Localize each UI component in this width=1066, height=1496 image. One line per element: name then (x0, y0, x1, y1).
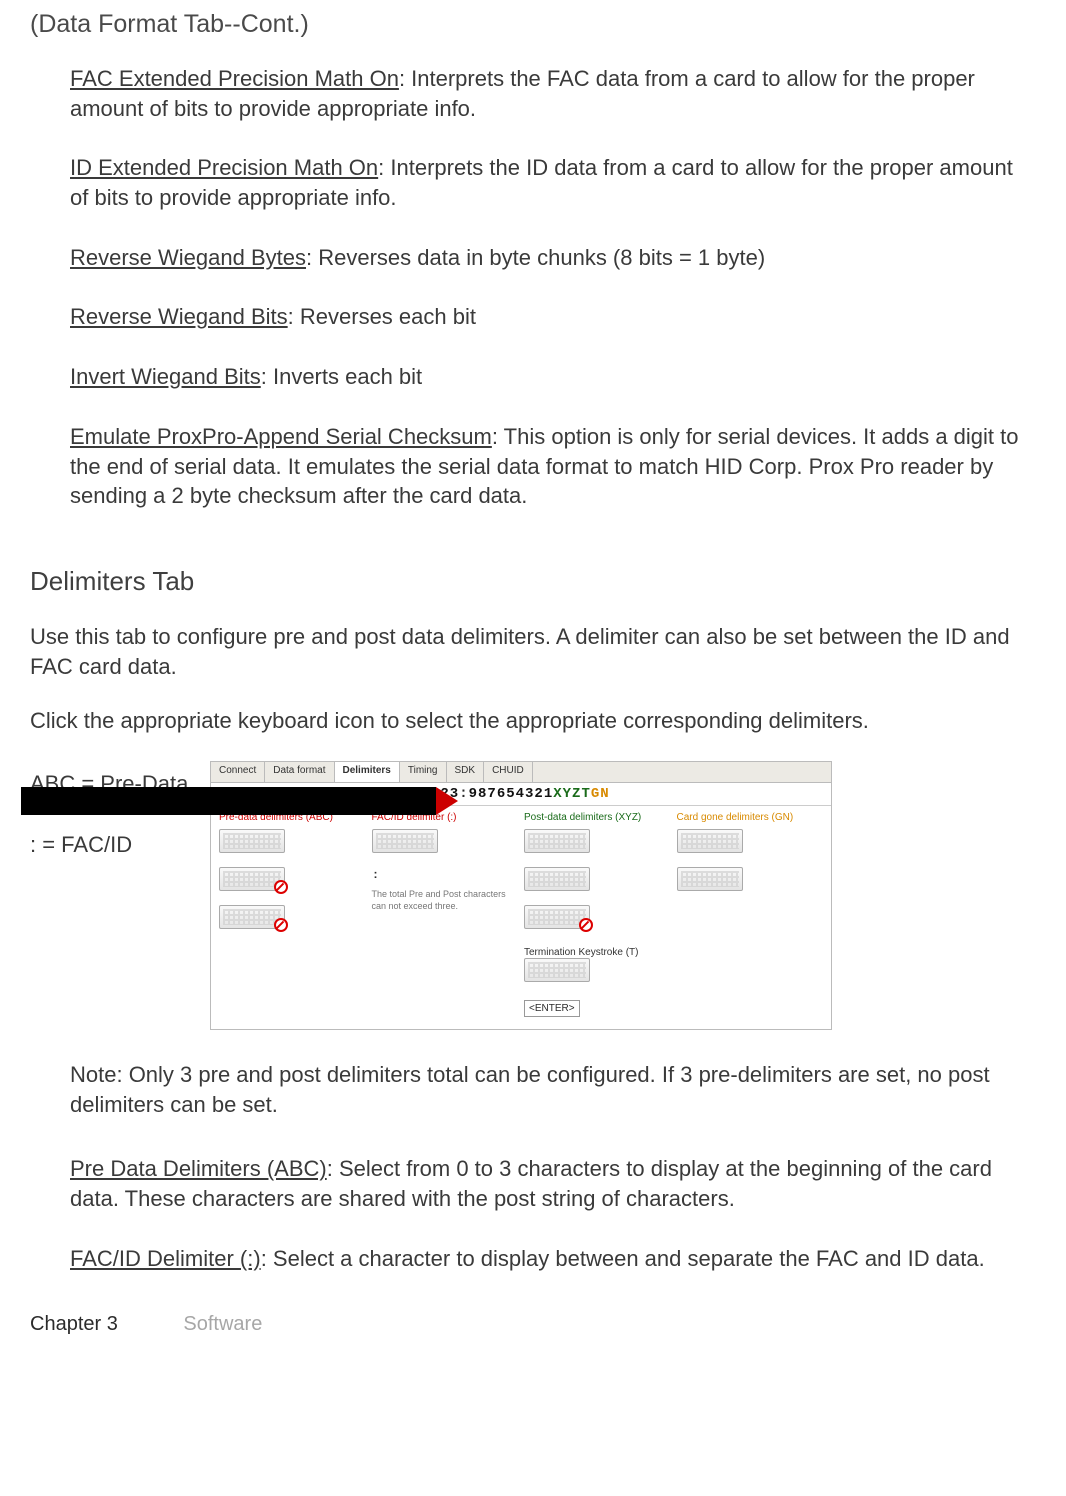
col-post: Post-data delimiters (XYZ) Termination K… (524, 812, 671, 1017)
keyboard-icon[interactable] (524, 867, 590, 891)
entry-pre-data: Pre Data Delimiters (ABC): Select from 0… (70, 1154, 1036, 1213)
keyboard-icon[interactable] (524, 829, 590, 853)
entry-rev-bytes: Reverse Wiegand Bytes: Reverses data in … (70, 243, 1036, 273)
entry-fac-ext: FAC Extended Precision Math On: Interpre… (70, 64, 1036, 123)
tab-chuid[interactable]: CHUID (484, 762, 533, 782)
keyboard-icon[interactable] (677, 867, 743, 891)
tab-sdk[interactable]: SDK (447, 762, 485, 782)
col-gone-title: Card gone delimiters (GN) (677, 812, 824, 823)
entry-rev-bits: Reverse Wiegand Bits: Reverses each bit (70, 302, 1036, 332)
term-facid-delim: FAC/ID Delimiter (:) (70, 1246, 261, 1271)
keyboard-icon[interactable] (677, 829, 743, 853)
entry-emulate: Emulate ProxPro-Append Serial Checksum: … (70, 422, 1036, 511)
pre-post-limit-note: The total Pre and Post characters can no… (372, 889, 519, 912)
entry-inv-bits: Invert Wiegand Bits: Inverts each bit (70, 362, 1036, 392)
term-fac-ext: FAC Extended Precision Math On (70, 66, 399, 91)
tab-timing[interactable]: Timing (400, 762, 447, 782)
term-pre-data: Pre Data Delimiters (ABC) (70, 1156, 327, 1181)
entry-id-ext: ID Extended Precision Math On: Interpret… (70, 153, 1036, 212)
term-inv-bits: Invert Wiegand Bits (70, 364, 261, 389)
col-post-title: Post-data delimiters (XYZ) (524, 812, 671, 823)
page-footer: Chapter 3 Software (30, 1313, 1036, 1336)
delimiters-intro: Use this tab to configure pre and post d… (30, 622, 1036, 681)
keyboard-icon[interactable] (219, 829, 285, 853)
continuation-heading: (Data Format Tab--Cont.) (30, 10, 1036, 39)
keyboard-icon-disabled[interactable] (219, 905, 285, 929)
sample-colon: : (459, 786, 468, 802)
section-delimiters-title: Delimiters Tab (30, 566, 1036, 597)
callout-bar (21, 787, 436, 815)
desc-rev-bits: : Reverses each bit (288, 304, 476, 329)
term-rev-bits: Reverse Wiegand Bits (70, 304, 288, 329)
keyboard-icon-disabled[interactable] (524, 905, 590, 929)
desc-rev-bytes: : Reverses data in byte chunks (8 bits =… (306, 245, 765, 270)
termination-label: Termination Keystroke (T) (524, 947, 671, 958)
termination-value: <ENTER> (524, 1000, 580, 1017)
footer-software: Software (183, 1313, 262, 1335)
sample-xyz: XYZT (553, 786, 591, 802)
delimiter-limit-note: Note: Only 3 pre and post delimiters tot… (70, 1060, 1036, 1119)
tab-delimiters[interactable]: Delimiters (335, 762, 400, 782)
footer-chapter: Chapter 3 (30, 1313, 118, 1335)
keyboard-icon[interactable] (372, 829, 438, 853)
sample-gn: GN (591, 786, 610, 802)
term-emulate: Emulate ProxPro-Append Serial Checksum (70, 424, 492, 449)
side-label-facid: : = FAC/ID (30, 832, 210, 858)
term-rev-bytes: Reverse Wiegand Bytes (70, 245, 306, 270)
col-gone: Card gone delimiters (GN) (677, 812, 824, 1017)
desc-inv-bits: : Inverts each bit (261, 364, 422, 389)
entry-facid-delim: FAC/ID Delimiter (:): Select a character… (70, 1244, 1036, 1274)
keyboard-icon[interactable] (524, 958, 590, 982)
col-pre: Pre-data delimiters (ABC) (219, 812, 366, 1017)
desc-facid-delim: : Select a character to display between … (261, 1246, 985, 1271)
delimiters-app-screenshot: Connect Data format Delimiters Timing SD… (210, 761, 832, 1030)
sample-id: 987654321 (469, 786, 554, 802)
app-tabstrip: Connect Data format Delimiters Timing SD… (211, 762, 831, 783)
delimiters-click: Click the appropriate keyboard icon to s… (30, 706, 1036, 736)
tab-data-format[interactable]: Data format (265, 762, 334, 782)
keyboard-icon-disabled[interactable] (219, 867, 285, 891)
term-id-ext: ID Extended Precision Math On (70, 155, 378, 180)
facid-value: : (374, 867, 519, 881)
callout-arrow-icon (436, 787, 458, 815)
tab-connect[interactable]: Connect (211, 762, 265, 782)
col-facid: FAC/ID delimiter (:) : The total Pre and… (372, 812, 519, 1017)
